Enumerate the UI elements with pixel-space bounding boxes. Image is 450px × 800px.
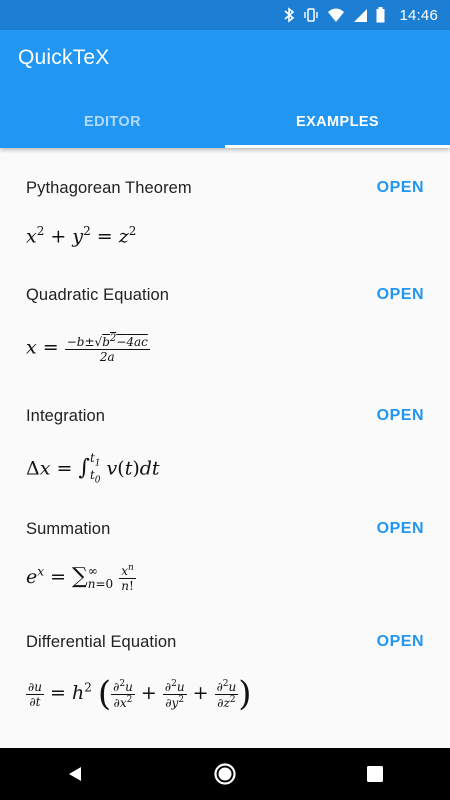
- home-icon: [214, 763, 236, 785]
- example-header: Quadratic Equation OPEN: [26, 283, 424, 307]
- tab-examples-label: EXAMPLES: [296, 114, 379, 130]
- example-title: Quadratic Equation: [26, 285, 170, 304]
- formula-differential: ∂u ∂t = h2 (∂2u ∂x2 + ∂2u ∂y2 + ∂2u ∂z2): [26, 674, 252, 714]
- open-button[interactable]: OPEN: [377, 179, 424, 197]
- formula-integration: Δx = ∫ t1 t0 v(t)dt: [26, 451, 160, 486]
- status-time: 14:46: [399, 6, 438, 24]
- open-button[interactable]: OPEN: [377, 633, 424, 651]
- battery-icon: [376, 7, 385, 23]
- back-button[interactable]: [45, 748, 105, 800]
- signal-icon: [354, 8, 368, 22]
- tab-editor[interactable]: EDITOR: [0, 96, 225, 148]
- app-bar: QuickTeX EDITOR EXAMPLES: [0, 30, 450, 148]
- open-button[interactable]: OPEN: [377, 520, 424, 538]
- examples-list[interactable]: Pythagorean Theorem OPEN x2 + y2 = z2 Qu…: [0, 148, 450, 748]
- example-header: Differential Equation OPEN: [26, 630, 424, 654]
- back-icon: [69, 767, 81, 781]
- formula-summation: ex = ∑ ∞ n=0 xn n!: [26, 563, 136, 593]
- vibrate-icon: [304, 8, 319, 22]
- app-title: QuickTeX: [18, 46, 110, 69]
- recents-icon: [367, 766, 383, 782]
- tab-examples[interactable]: EXAMPLES: [225, 96, 450, 148]
- example-header: Pythagorean Theorem OPEN: [26, 176, 424, 200]
- bluetooth-icon: [284, 7, 295, 23]
- open-button[interactable]: OPEN: [377, 407, 424, 425]
- status-bar: 14:46: [0, 0, 450, 30]
- example-header: Integration OPEN: [26, 404, 424, 428]
- formula-quadratic: x = −b±√b2−4ac 2a: [26, 333, 150, 364]
- example-header: Summation OPEN: [26, 517, 424, 541]
- home-button[interactable]: [195, 748, 255, 800]
- wifi-icon: [328, 8, 345, 22]
- open-button[interactable]: OPEN: [377, 286, 424, 304]
- formula-pythagorean: x2 + y2 = z2: [26, 224, 137, 248]
- example-title: Integration: [26, 406, 106, 425]
- recents-button[interactable]: [345, 748, 405, 800]
- navigation-bar: [0, 748, 450, 800]
- example-title: Differential Equation: [26, 632, 177, 651]
- status-icons: 14:46: [283, 0, 450, 30]
- example-title: Pythagorean Theorem: [26, 178, 192, 197]
- example-title: Summation: [26, 519, 111, 538]
- tab-bar: EDITOR EXAMPLES: [0, 96, 450, 148]
